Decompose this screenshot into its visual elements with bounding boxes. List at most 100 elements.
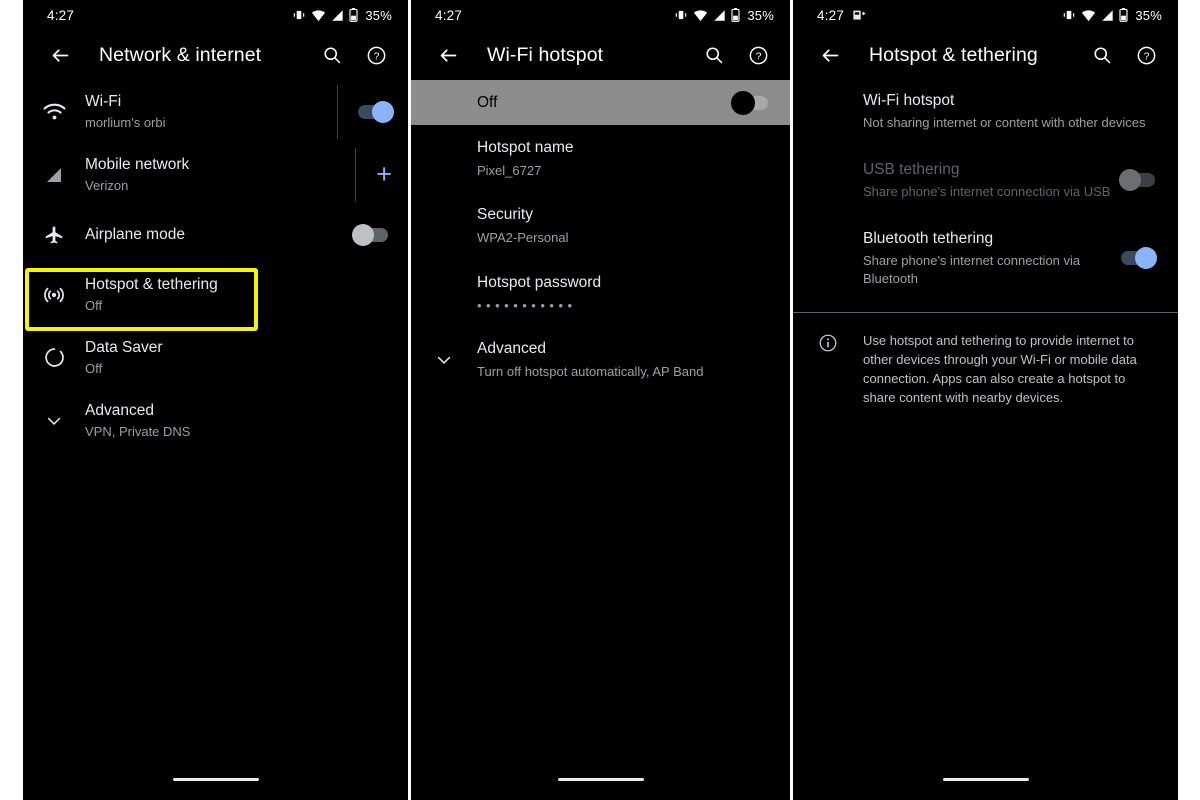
battery-percent: 35% — [747, 7, 774, 23]
help-icon[interactable]: ? — [1128, 37, 1164, 73]
back-arrow-icon[interactable] — [813, 38, 847, 72]
app-bar: Wi-Fi hotspot ? — [411, 30, 790, 80]
cellular-signal-icon — [1101, 9, 1114, 22]
list-item-title: Advanced — [477, 340, 546, 357]
masked-password-value: ••••••••••• — [477, 298, 577, 313]
vibrate-icon — [674, 8, 688, 22]
chevron-down-icon — [23, 411, 85, 431]
battery-icon — [731, 8, 740, 22]
bluetooth-tethering-toggle[interactable] — [1121, 247, 1157, 269]
wifi-icon — [1081, 9, 1096, 22]
help-icon[interactable]: ? — [358, 37, 394, 73]
svg-text:?: ? — [373, 50, 379, 62]
list-item-hotspot-tethering[interactable]: Hotspot & tethering Off — [23, 263, 408, 326]
hotspot-icon — [23, 283, 85, 307]
status-bar: 4:27 35% — [23, 0, 408, 30]
status-bar: 4:27 35% — [411, 0, 790, 30]
search-icon[interactable] — [696, 37, 732, 73]
cellular-signal-icon — [713, 9, 726, 22]
app-bar: Network & internet ? — [23, 30, 408, 80]
list-item-subtitle: morlium's orbi — [85, 114, 166, 130]
app-bar: Hotspot & tethering ? — [793, 30, 1178, 80]
battery-percent: 35% — [365, 7, 392, 23]
search-icon[interactable] — [1084, 37, 1120, 73]
list-item-airplane-mode[interactable]: Airplane mode — [23, 206, 408, 263]
nav-gesture-pill — [557, 778, 644, 781]
list-item-title: Mobile network — [85, 155, 190, 173]
airplane-mode-toggle[interactable] — [352, 223, 388, 246]
list-item-subtitle: Share phone's internet connection via US… — [863, 184, 1111, 199]
status-bar: 4:27 35% — [793, 0, 1178, 30]
list-item-subtitle: Off — [85, 360, 103, 376]
list-item-mobile-network[interactable]: Mobile network Verizon + — [23, 143, 408, 206]
hotspot-master-toggle[interactable] — [731, 90, 768, 115]
list-item-title: USB tethering — [863, 161, 960, 178]
list-item-wifi[interactable]: Wi-Fi morlium's orbi — [23, 80, 408, 143]
help-icon[interactable]: ? — [740, 37, 776, 73]
battery-icon — [349, 8, 358, 22]
data-saver-icon — [23, 346, 85, 369]
screenshot-notification-icon — [853, 9, 866, 22]
svg-text:?: ? — [755, 50, 761, 62]
svg-text:?: ? — [1143, 50, 1149, 62]
list-item-title: Bluetooth tethering — [863, 230, 994, 247]
page-title: Wi-Fi hotspot — [487, 43, 604, 66]
list-item-title: Wi-Fi — [85, 92, 122, 110]
status-bar-time: 4:27 — [47, 7, 75, 23]
add-network-button[interactable]: + — [376, 161, 392, 188]
row-divider — [337, 84, 338, 139]
phone-panel-network-internet: 4:27 35% Network & internet ? Wi-Fi morl… — [23, 0, 408, 800]
list-item-subtitle: VPN, Private DNS — [85, 423, 191, 439]
cellular-signal-icon — [23, 165, 85, 185]
battery-percent: 35% — [1135, 7, 1162, 23]
phone-panel-wifi-hotspot: 4:27 35% Wi-Fi hotspot ? Off Hotspot nam… — [411, 0, 790, 800]
list-item-wifi-hotspot[interactable]: Wi-Fi hotspot Not sharing internet or co… — [793, 80, 1178, 142]
vibrate-icon — [292, 8, 306, 22]
list-item-subtitle: WPA2-Personal — [477, 230, 569, 245]
list-item-title: Data Saver — [85, 338, 163, 356]
list-item-title: Airplane mode — [85, 225, 185, 243]
row-divider — [355, 147, 357, 202]
list-item-subtitle: Share phone's internet connection via Bl… — [863, 253, 1081, 286]
wifi-icon — [693, 9, 708, 22]
list-item-security[interactable]: Security WPA2-Personal — [411, 192, 790, 259]
list-item-subtitle: Pixel_6727 — [477, 163, 542, 178]
wifi-icon — [23, 102, 85, 122]
footnote-help-text: Use hotspot and tethering to provide int… — [793, 313, 1178, 407]
list-item-title: Hotspot & tethering — [85, 275, 218, 293]
list-item-data-saver[interactable]: Data Saver Off — [23, 326, 408, 389]
screenshot-sheet: 4:27 35% Network & internet ? Wi-Fi morl… — [0, 0, 1200, 800]
list-item-hotspot-name[interactable]: Hotspot name Pixel_6727 — [411, 125, 790, 192]
master-switch-label: Off — [477, 93, 498, 111]
wifi-toggle[interactable] — [358, 100, 394, 123]
list-item-title: Hotspot password — [477, 274, 602, 291]
list-item-advanced[interactable]: Advanced VPN, Private DNS — [23, 389, 408, 452]
hotspot-master-switch-row[interactable]: Off — [411, 80, 790, 125]
footnote-text: Use hotspot and tethering to provide int… — [863, 333, 1137, 405]
phone-panel-hotspot-tethering: 4:27 35% Hotspot & tethering ? Wi-Fi hot… — [793, 0, 1178, 800]
list-item-title: Advanced — [85, 401, 154, 419]
list-item-bluetooth-tethering[interactable]: Bluetooth tethering Share phone's intern… — [793, 218, 1178, 298]
list-item-usb-tethering[interactable]: USB tethering Share phone's internet con… — [793, 142, 1178, 218]
list-item-advanced[interactable]: Advanced Turn off hotspot automatically,… — [411, 326, 790, 393]
cellular-signal-icon — [331, 9, 344, 22]
status-bar-time: 4:27 — [435, 7, 463, 23]
page-title: Hotspot & tethering — [869, 43, 1038, 66]
list-item-hotspot-password[interactable]: Hotspot password ••••••••••• — [411, 259, 790, 326]
search-icon[interactable] — [314, 37, 350, 73]
wifi-icon — [311, 9, 326, 22]
list-item-title: Hotspot name — [477, 139, 574, 156]
nav-gesture-pill — [172, 778, 259, 781]
vibrate-icon — [1062, 8, 1076, 22]
list-item-subtitle: Off — [85, 297, 103, 313]
back-arrow-icon[interactable] — [43, 38, 77, 72]
chevron-down-icon — [411, 350, 477, 370]
list-item-subtitle: Not sharing internet or content with oth… — [863, 115, 1146, 130]
info-icon — [793, 331, 863, 407]
list-item-subtitle: Turn off hotspot automatically, AP Band — [477, 364, 704, 379]
back-arrow-icon[interactable] — [431, 38, 465, 72]
list-item-title: Wi-Fi hotspot — [863, 92, 955, 109]
usb-tethering-toggle[interactable] — [1119, 169, 1155, 191]
page-title: Network & internet — [99, 43, 262, 66]
nav-gesture-pill — [942, 778, 1029, 781]
